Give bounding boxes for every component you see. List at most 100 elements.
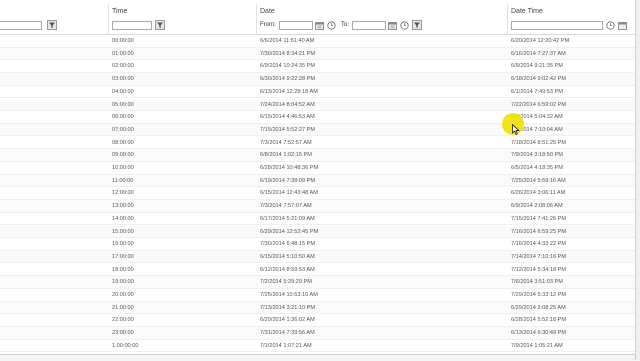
filter-icon[interactable] (47, 20, 57, 30)
date-cell: 6/9/2014 10:24:35 PM (260, 63, 316, 70)
time-cell: 16:00:00 (112, 241, 134, 248)
table-row[interactable]: 08:00:00 7/3/2014 7:52:57 AM 7/18/2014 8:5… (0, 137, 640, 150)
vertical-scrollbar[interactable] (635, 0, 640, 360)
date-cell: 7/30/2014 6:48:15 PM (260, 241, 316, 248)
datetime-cell: 7/18/2014 8:51:25 PM (511, 139, 567, 146)
time-cell: 00:00:00 (112, 38, 134, 44)
time-cell: 09:00:00 (112, 152, 134, 159)
time-cell: 18:00:00 (112, 266, 134, 273)
datetime-cell: 6/5/2014 4:18:35 PM (511, 165, 563, 171)
to-label: To: (341, 22, 350, 28)
datetime-cell: 6/13/2014 6:30:49 PM (511, 330, 567, 337)
date-cell: 6/6/2014 11:51:40 AM (260, 38, 315, 44)
table-row[interactable]: 02:00:00 6/9/2014 10:24:35 PM 6/9/2014 9:2… (0, 60, 640, 73)
table-row[interactable]: 1.00:00:00 7/1/2014 1:07:21 AM 7/9/2014 1:… (0, 340, 640, 353)
table-row[interactable]: 13:00:00 7/3/2014 7:57:07 AM 6/9/2014 2:08… (0, 200, 640, 213)
time-filter-input[interactable] (112, 21, 152, 30)
table-row[interactable]: 11:00:00 6/19/2014 7:38:09 PM 7/25/2014 5:… (0, 174, 640, 188)
table-row[interactable]: 18:00:00 6/12/2014 8:59:53 AM 7/12/2014 5:… (0, 264, 640, 277)
time-cell: 11:00:00 (112, 177, 134, 184)
time-cell: 17:00:00 (112, 253, 134, 260)
datetime-cell: 7/29/2014 5:33:12 PM (511, 292, 567, 298)
table-row[interactable]: 01:00:00 7/30/2014 8:34:21 PM 6/16/2014 7:… (0, 47, 640, 61)
time-cell: 02:00:00 (112, 63, 134, 70)
table-row[interactable]: 22:00:00 6/20/2014 1:36:02 AM 6/28/2014 5:… (0, 314, 640, 327)
table-row[interactable]: 12:00:00 6/15/2014 12:43:48 AM 6/26/2014 3… (0, 187, 640, 200)
date-cell: 6/13/2014 12:28:18 AM (260, 88, 318, 95)
from-label: From: (260, 22, 276, 28)
table-row[interactable]: 06:00:00 6/15/2014 4:46:53 AM 6/4/2014 5:0… (0, 111, 640, 124)
table-row[interactable]: 00:00:00 6/6/2014 11:51:40 AM 6/20/2014 12… (0, 35, 640, 48)
date-cell: 7/3/2014 7:57:07 AM (260, 203, 312, 210)
datetime-cell: 6/16/2014 7:27:37 AM (511, 50, 566, 57)
date-cell: 7/15/2014 5:52:27 PM (260, 126, 316, 133)
table-row[interactable]: 07:00:00 7/15/2014 5:52:27 PM 7/3/2014 7:1… (0, 123, 640, 137)
date-cell: 6/28/2014 10:48:36 PM (260, 165, 319, 171)
table-row[interactable]: 04:00:00 6/13/2014 12:28:18 AM 6/1/2014 7:… (0, 86, 640, 99)
first-column-filter-input[interactable] (0, 21, 42, 30)
date-cell: 6/30/2014 9:22:28 PM (260, 76, 316, 83)
time-cell: 15:00:00 (112, 228, 134, 235)
datetime-cell: 6/1/2014 7:49:53 PM (511, 88, 563, 95)
datetime-cell: 7/14/2014 7:10:16 PM (511, 253, 567, 260)
calendar-icon[interactable] (315, 21, 324, 30)
date-cell: 6/12/2014 8:59:53 AM (260, 266, 315, 273)
table-row[interactable]: 15:00:00 6/29/2014 12:52:45 PM 7/16/2014 6… (0, 225, 640, 239)
datetime-cell: 7/15/2014 7:41:26 PM (511, 215, 567, 222)
date-cell: 6/15/2014 5:10:50 AM (260, 253, 315, 260)
filter-icon[interactable] (155, 20, 165, 30)
table-row[interactable]: 20:00:00 7/25/2014 10:53:10 AM 7/29/2014 5… (0, 289, 640, 302)
table-row[interactable]: 17:00:00 6/15/2014 5:10:50 AM 7/14/2014 7:… (0, 250, 640, 264)
time-cell: 12:00:00 (112, 190, 134, 197)
column-header-row: Time Date Date Time (0, 4, 640, 18)
table-row[interactable]: 16:00:00 7/30/2014 6:48:15 PM 7/16/2014 4:… (0, 238, 640, 251)
data-grid: Time Date Date Time From: To: 00:00:00 6… (0, 0, 640, 361)
datetime-cell: 7/16/2014 6:59:25 PM (511, 228, 567, 235)
time-cell: 19:00:00 (112, 279, 134, 286)
time-cell: 20:00:00 (112, 292, 134, 298)
time-cell: 08:00:00 (112, 139, 134, 146)
datetime-cell: 7/9/2014 1:05:21 AM (511, 342, 563, 349)
table-row[interactable]: 14:00:00 6/17/2014 5:21:09 AM 7/15/2014 7:… (0, 213, 640, 226)
datetime-filter-input[interactable] (511, 21, 603, 30)
time-cell: 10:00:00 (112, 165, 134, 171)
time-cell: 23:00:00 (112, 330, 134, 337)
column-header-date[interactable]: Date (260, 8, 275, 15)
time-cell: 03:00:00 (112, 76, 134, 83)
time-cell: 06:00:00 (112, 114, 134, 121)
table-row[interactable]: 21:00:00 7/13/2014 3:21:10 PM 6/29/2014 2:… (0, 301, 640, 315)
date-cell: 7/1/2014 1:07:21 AM (260, 342, 312, 349)
date-cell: 6/15/2014 4:46:53 AM (260, 114, 315, 121)
date-cell: 7/25/2014 10:53:10 AM (260, 292, 318, 298)
datetime-cell: 7/6/2014 3:51:03 PM (511, 279, 563, 286)
table-row[interactable]: 10:00:00 6/28/2014 10:48:36 PM 6/5/2014 4:… (0, 162, 640, 175)
time-cell: 14:00:00 (112, 215, 134, 222)
time-cell: 01:00:00 (112, 50, 134, 57)
calendar-icon[interactable] (388, 21, 397, 30)
date-cell: 6/8/2014 1:02:15 PM (260, 152, 312, 159)
date-cell: 7/3/2014 7:52:57 AM (260, 139, 312, 146)
time-cell: 04:00:00 (112, 88, 134, 95)
table-row[interactable]: 03:00:00 6/30/2014 9:22:28 PM 6/18/2014 9:… (0, 73, 640, 86)
clock-icon[interactable] (606, 21, 615, 30)
time-cell: 1.00:00:00 (112, 342, 139, 349)
to-date-input[interactable] (352, 21, 386, 30)
filter-icon[interactable] (412, 20, 422, 30)
datetime-cell: 6/18/2014 9:02:42 PM (511, 76, 567, 83)
clock-icon[interactable] (400, 21, 409, 30)
datetime-cell: 6/28/2014 5:52:18 PM (511, 317, 567, 324)
table-row[interactable]: 19:00:00 7/2/2014 5:29:29 PM 7/6/2014 3:51… (0, 276, 640, 289)
column-header-datetime[interactable]: Date Time (511, 8, 543, 15)
calendar-icon[interactable] (618, 21, 627, 30)
table-row[interactable]: 09:00:00 6/8/2014 1:02:15 PM 7/9/2014 3:18… (0, 149, 640, 162)
table-row[interactable]: 05:00:00 7/24/2014 8:04:52 AM 7/22/2014 6:… (0, 98, 640, 112)
column-header-time[interactable]: Time (112, 8, 127, 15)
time-cell: 07:00:00 (112, 126, 134, 133)
date-cell: 6/29/2014 12:52:45 PM (260, 228, 319, 235)
table-row[interactable]: 23:00:00 7/31/2014 7:39:56 AM 6/13/2014 6:… (0, 327, 640, 340)
date-cell: 7/30/2014 8:34:21 PM (260, 50, 316, 57)
date-cell: 6/19/2014 7:38:09 PM (260, 177, 316, 184)
clock-icon[interactable] (327, 21, 336, 30)
from-date-input[interactable] (279, 21, 313, 30)
date-cell: 7/24/2014 8:04:52 AM (260, 101, 315, 108)
